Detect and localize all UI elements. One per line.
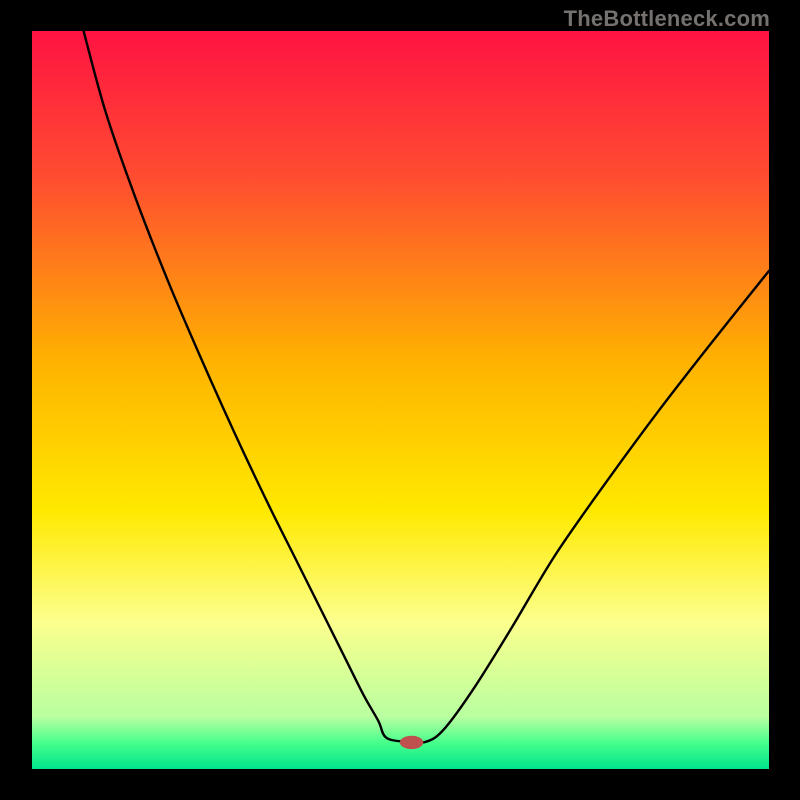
gradient-background	[32, 31, 769, 769]
chart-svg	[32, 31, 769, 769]
chart-stage: TheBottleneck.com	[0, 0, 800, 800]
plot-area	[32, 31, 769, 769]
watermark-text: TheBottleneck.com	[564, 6, 770, 32]
marker-dot	[400, 736, 424, 749]
